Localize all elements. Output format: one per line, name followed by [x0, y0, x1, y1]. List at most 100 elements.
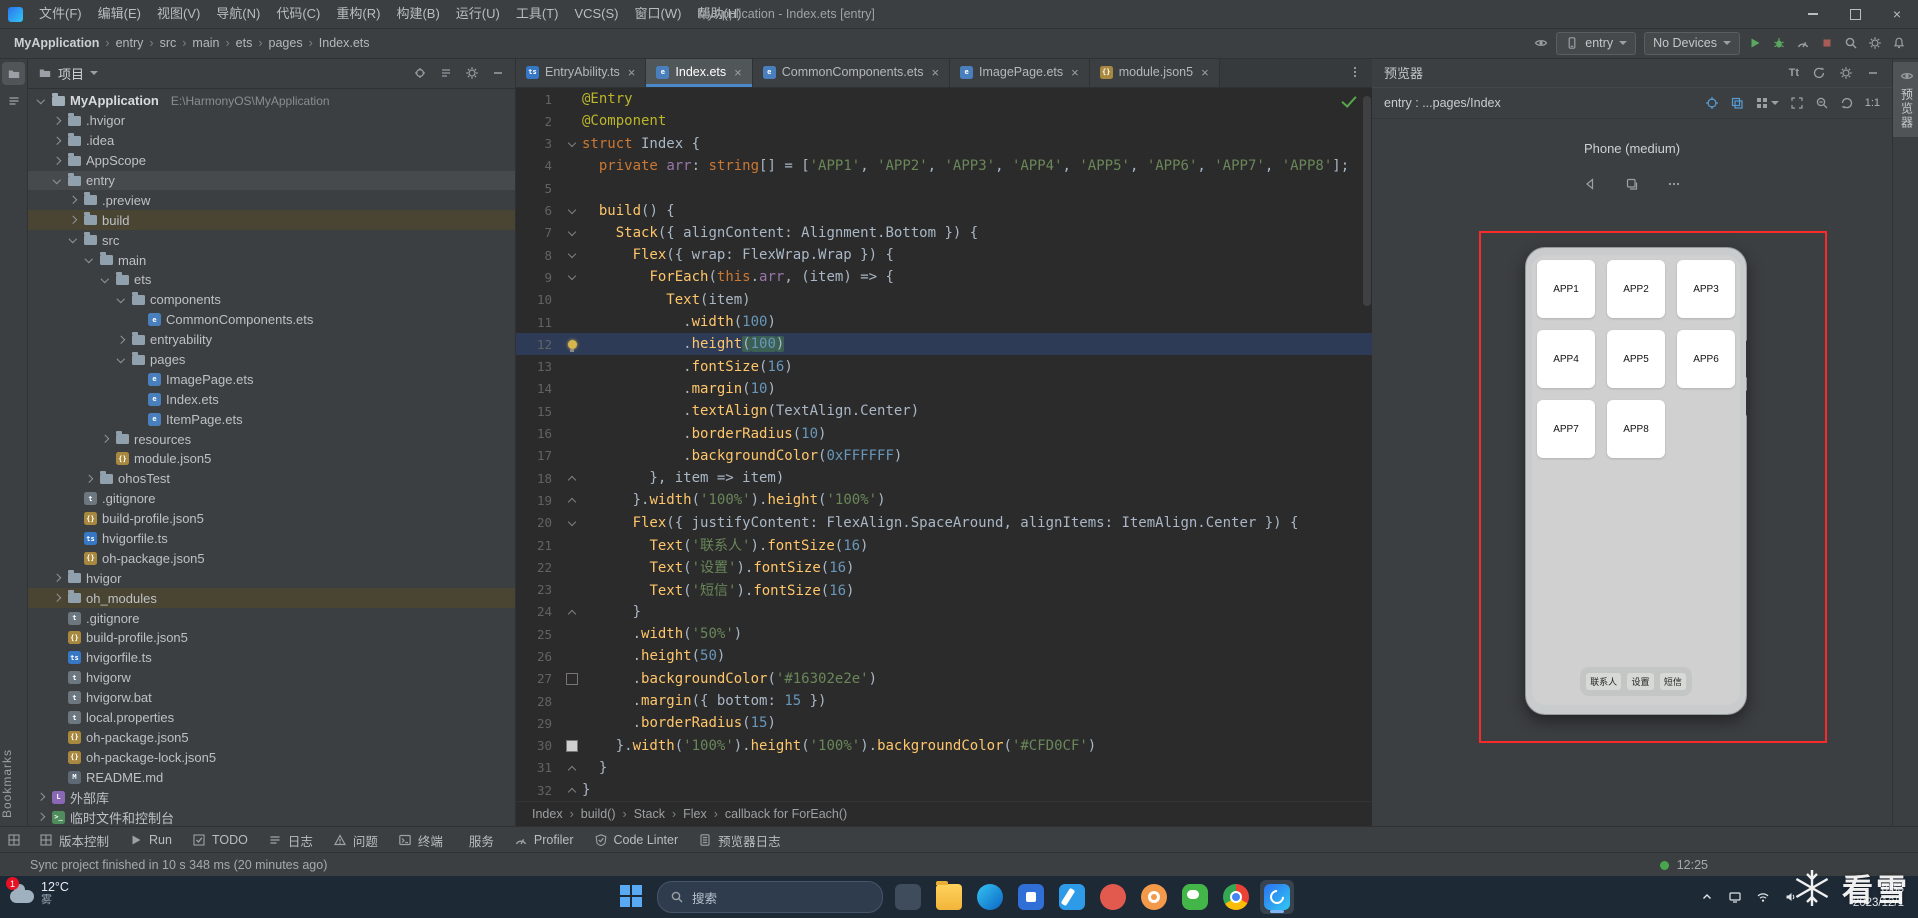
hide-icon[interactable] [491, 66, 505, 80]
tree-item-.preview[interactable]: .preview [28, 190, 515, 210]
code-line-25[interactable]: 25 .width('50%') [516, 623, 1372, 645]
taskbar-app-deveco[interactable] [1260, 880, 1294, 914]
close-icon[interactable]: × [734, 65, 742, 80]
taskbar-app-store[interactable] [1014, 880, 1048, 914]
tree-item-ImagePage.ets[interactable]: e ImagePage.ets [28, 369, 515, 389]
refresh-icon[interactable] [1812, 66, 1826, 80]
toolwindow-button-Code Linter[interactable]: Code Linter [584, 827, 689, 853]
tree-item-CommonComponents.ets[interactable]: e CommonComponents.ets [28, 310, 515, 330]
expand-arrow-icon[interactable] [34, 791, 47, 804]
device-preview-icon[interactable] [1534, 36, 1548, 50]
editor-scrollbar[interactable] [1362, 88, 1372, 801]
tree-item-src[interactable]: src [28, 230, 515, 250]
taskbar-app-wechat[interactable] [1178, 880, 1212, 914]
multitask-icon[interactable] [1625, 177, 1639, 191]
editor-breadcrumb-item[interactable]: build() [581, 807, 616, 821]
stop-icon[interactable] [1820, 36, 1834, 50]
preview-app-tile-APP6[interactable]: APP6 [1677, 330, 1735, 388]
code-line-31[interactable]: 31 } [516, 757, 1372, 779]
settings-icon[interactable] [1868, 36, 1882, 50]
code-line-2[interactable]: 2 @Component [516, 110, 1372, 132]
taskbar-app-vscode[interactable] [1055, 880, 1089, 914]
project-panel-title[interactable]: 项目 [58, 64, 84, 83]
tree-item-build[interactable]: build [28, 210, 515, 231]
code-line-1[interactable]: 1 @Entry [516, 88, 1372, 110]
fold-icon[interactable] [567, 607, 577, 617]
tree-item-.idea[interactable]: .idea [28, 131, 515, 151]
color-swatch[interactable] [566, 672, 578, 685]
expand-arrow-icon[interactable] [50, 592, 63, 605]
tree-item-pages[interactable]: pages [28, 350, 515, 370]
menu-item-1[interactable]: 编辑(E) [90, 0, 149, 28]
start-button[interactable] [615, 880, 649, 914]
tree-item-oh-package.json5[interactable]: {} oh-package.json5 [28, 548, 515, 568]
settings-icon[interactable] [465, 66, 479, 80]
toolwindow-button-TODO[interactable]: TODO [182, 827, 258, 853]
fold-icon[interactable] [567, 250, 577, 260]
phone-screen[interactable]: APP1 APP2 APP3 APP4 APP5 APP6 APP7 APP8 联系人 设置 短信 [1532, 255, 1740, 705]
tree-item-build-profile.json5[interactable]: {} build-profile.json5 [28, 509, 515, 529]
code-line-20[interactable]: 20 Flex({ justifyContent: FlexAlign.Spac… [516, 512, 1372, 534]
expand-arrow-icon[interactable] [114, 333, 127, 346]
tree-item-resources[interactable]: resources [28, 429, 515, 449]
fold-icon[interactable] [567, 272, 577, 282]
code-line-10[interactable]: 10 Text(item) [516, 289, 1372, 311]
fold-icon[interactable] [567, 473, 577, 483]
code-line-26[interactable]: 26 .height(50) [516, 645, 1372, 667]
tree-item-oh-package.json5[interactable]: {} oh-package.json5 [28, 728, 515, 748]
preview-dock-item[interactable]: 联系人 [1586, 673, 1622, 690]
minimize-button[interactable] [1792, 0, 1834, 28]
display-icon[interactable] [1728, 890, 1742, 904]
breadcrumb-item[interactable]: entry [116, 36, 144, 50]
tree-item-main[interactable]: main [28, 250, 515, 270]
expand-arrow-icon[interactable] [66, 194, 79, 207]
taskbar-app-chrome[interactable] [1219, 880, 1253, 914]
code-line-3[interactable]: 3 struct Index { [516, 133, 1372, 155]
taskbar-app-mail[interactable] [1096, 880, 1130, 914]
tree-item-components[interactable]: components [28, 290, 515, 310]
toolwindow-button-Run[interactable]: Run [119, 827, 182, 853]
expand-arrow-icon[interactable] [66, 214, 79, 227]
breadcrumb-item[interactable]: ets [236, 36, 253, 50]
locate-icon[interactable] [413, 66, 427, 80]
color-swatch[interactable] [566, 739, 578, 752]
hide-icon[interactable] [1866, 66, 1880, 80]
tree-item-hvigorfile.ts[interactable]: ts hvigorfile.ts [28, 648, 515, 668]
more-icon[interactable] [1667, 177, 1681, 191]
tree-item-ets[interactable]: ets [28, 270, 515, 290]
menu-item-4[interactable]: 代码(C) [268, 0, 328, 28]
toolwindow-switcher-icon[interactable] [0, 833, 29, 847]
chevron-down-icon[interactable] [90, 71, 99, 75]
editor-tab-EntryAbility.ts[interactable]: ts EntryAbility.ts × [516, 58, 647, 87]
tree-item-oh_modules[interactable]: oh_modules [28, 588, 515, 609]
expand-arrow-icon[interactable] [98, 433, 111, 446]
editor-tab-Index.ets[interactable]: e Index.ets × [646, 58, 753, 87]
tray-expand-icon[interactable] [1700, 890, 1714, 904]
code-line-7[interactable]: 7 Stack({ alignContent: Alignment.Bottom… [516, 222, 1372, 244]
expand-arrow-icon[interactable] [82, 472, 95, 485]
preview-app-tile-APP8[interactable]: APP8 [1607, 400, 1665, 458]
code-line-29[interactable]: 29 .borderRadius(15) [516, 712, 1372, 734]
fold-icon[interactable] [567, 495, 577, 505]
breadcrumb-item[interactable]: pages [269, 36, 303, 50]
tree-item-hvigorw[interactable]: t hvigorw [28, 668, 515, 688]
toolwindow-button-终端[interactable]: 终端 [388, 827, 453, 853]
tree-item-hvigor[interactable]: hvigor [28, 568, 515, 588]
code-line-28[interactable]: 28 .margin({ bottom: 15 }) [516, 690, 1372, 712]
zoom-out-icon[interactable] [1815, 96, 1829, 110]
collapse-arrow-icon[interactable] [50, 174, 63, 187]
code-line-13[interactable]: 13 .fontSize(16) [516, 355, 1372, 377]
tree-item-hvigorw.bat[interactable]: t hvigorw.bat [28, 688, 515, 708]
caret-position[interactable]: 12:25 [1677, 858, 1708, 872]
expand-arrow-icon[interactable] [50, 572, 63, 585]
code-line-19[interactable]: 19 }.width('100%').height('100%') [516, 489, 1372, 511]
previewer-toolwindow-button[interactable]: 预览器 [1893, 62, 1918, 137]
collapse-arrow-icon[interactable] [114, 353, 127, 366]
tree-item-.gitignore[interactable]: t .gitignore [28, 608, 515, 628]
fold-icon[interactable] [567, 518, 577, 528]
collapse-arrow-icon[interactable] [34, 94, 47, 107]
toolwindow-button-预览器日志[interactable]: 预览器日志 [688, 827, 791, 853]
taskbar-app-edge[interactable] [973, 880, 1007, 914]
code-line-8[interactable]: 8 Flex({ wrap: FlexWrap.Wrap }) { [516, 244, 1372, 266]
preview-app-tile-APP1[interactable]: APP1 [1537, 260, 1595, 318]
